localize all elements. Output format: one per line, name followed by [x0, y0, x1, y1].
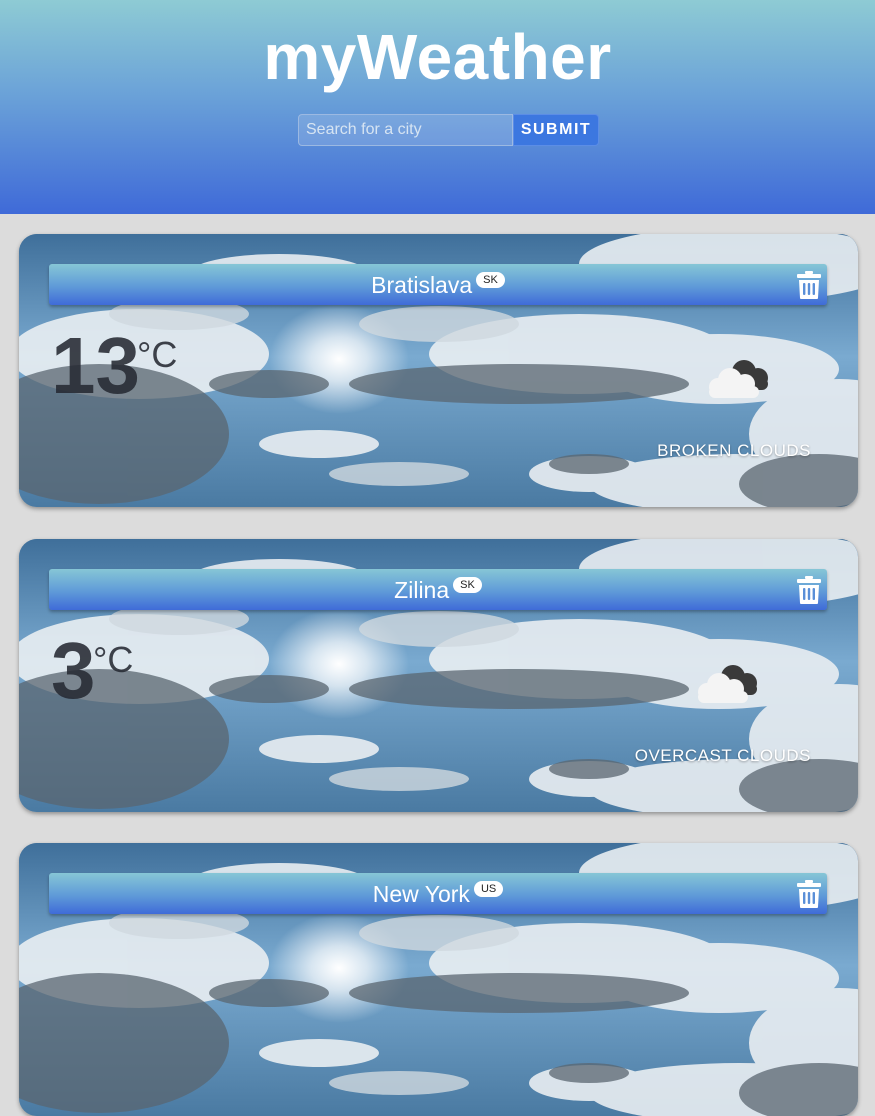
city-bar: Zilina SK — [49, 569, 827, 610]
city-bar: Bratislava SK — [49, 264, 827, 305]
temperature-unit: °C — [137, 334, 178, 375]
weather-card: New York US — [19, 843, 858, 1116]
city-title: Bratislava SK — [49, 272, 827, 299]
temperature-value: 13 — [51, 321, 140, 410]
cloud-icon — [689, 659, 761, 709]
city-bar: New York US — [49, 873, 827, 914]
weather-card: Bratislava SK 13 °C BROKEN CLOUDS — [19, 234, 858, 507]
city-search-input[interactable] — [298, 114, 513, 146]
cloud-icon — [700, 354, 772, 404]
weather-card: Zilina SK 3 °C OVERCAST CLOUDS — [19, 539, 858, 812]
app-header: myWeather SUBMIT — [0, 0, 875, 214]
city-title: Zilina SK — [49, 577, 827, 604]
trash-icon[interactable] — [797, 271, 821, 299]
search-form: SUBMIT — [298, 114, 599, 146]
app-title: myWeather — [263, 21, 612, 93]
weather-condition: OVERCAST CLOUDS — [634, 746, 811, 765]
country-badge: SK — [453, 577, 482, 593]
country-badge: SK — [476, 272, 505, 288]
submit-button[interactable]: SUBMIT — [513, 114, 599, 146]
trash-icon[interactable] — [797, 576, 821, 604]
city-name: Zilina — [394, 577, 450, 603]
country-badge: US — [473, 881, 504, 897]
temperature-unit: °C — [93, 639, 134, 680]
city-title: New York US — [49, 881, 827, 908]
weather-condition: BROKEN CLOUDS — [657, 441, 811, 460]
trash-icon[interactable] — [797, 880, 821, 908]
temperature-value: 3 — [51, 626, 96, 715]
city-name: New York — [372, 881, 470, 907]
city-name: Bratislava — [371, 272, 473, 298]
